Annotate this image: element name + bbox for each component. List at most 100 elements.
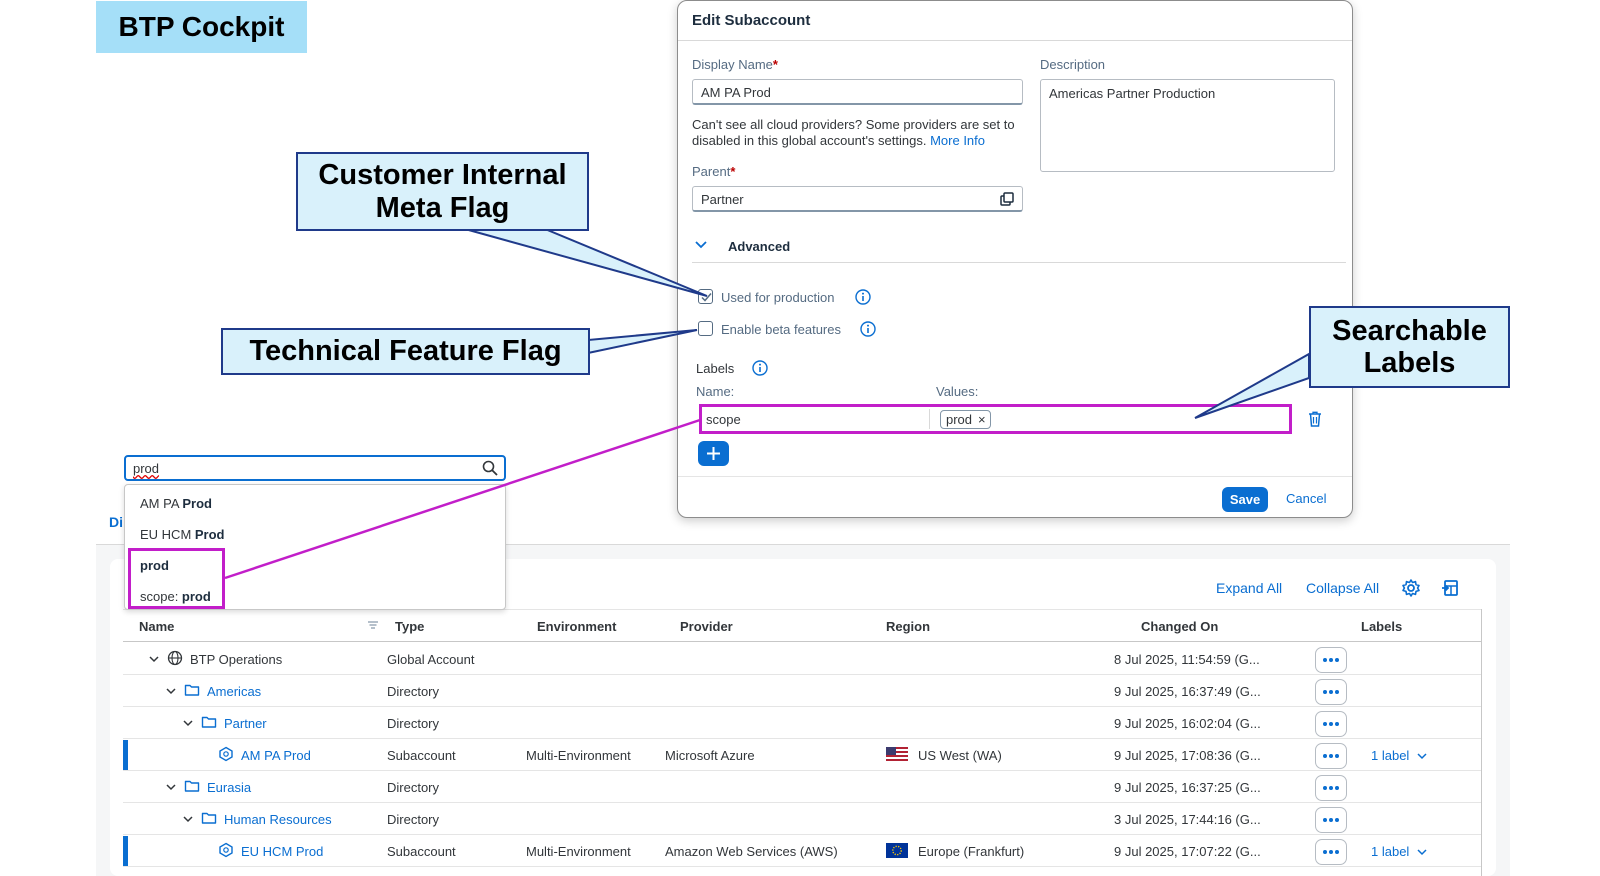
used-for-production-checkbox[interactable] bbox=[698, 289, 713, 304]
info-icon[interactable] bbox=[860, 321, 876, 337]
suggestion-item[interactable]: AM PA Prod bbox=[140, 496, 212, 511]
save-button[interactable]: Save bbox=[1222, 487, 1268, 512]
column-header-changed-on[interactable]: Changed On bbox=[1141, 619, 1218, 634]
globe-icon bbox=[167, 650, 183, 666]
row-actions-button[interactable] bbox=[1315, 775, 1347, 801]
table-row[interactable]: Human Resources Directory 3 Jul 2025, 17:4… bbox=[123, 803, 1481, 835]
chevron-down-icon[interactable] bbox=[183, 814, 193, 824]
more-info-link[interactable]: More Info bbox=[930, 133, 985, 148]
meta-flag-pointer bbox=[464, 228, 708, 297]
table-row[interactable]: Eurasia Directory 9 Jul 2025, 16:37:25 (G.… bbox=[123, 771, 1481, 803]
callout-technical-flag: Technical Feature Flag bbox=[221, 328, 590, 375]
column-header-name[interactable]: Name bbox=[139, 619, 174, 634]
search-input[interactable]: prod bbox=[124, 455, 506, 481]
highlight-box-suggestions bbox=[128, 548, 225, 609]
selection-indicator bbox=[123, 740, 128, 770]
table-row[interactable]: Partner Directory 9 Jul 2025, 16:02:04 (G.… bbox=[123, 707, 1481, 739]
parent-label: Parent* bbox=[692, 164, 735, 179]
row-actions-button[interactable] bbox=[1315, 711, 1347, 737]
row-name: BTP Operations bbox=[190, 652, 283, 667]
display-name-field[interactable]: AM PA Prod bbox=[692, 79, 1023, 105]
row-actions-button[interactable] bbox=[1315, 839, 1347, 865]
row-region: Europe (Frankfurt) bbox=[918, 844, 1025, 859]
label-row bbox=[699, 404, 1292, 434]
cancel-button[interactable]: Cancel bbox=[1286, 491, 1326, 506]
label-name-input[interactable]: scope bbox=[706, 412, 741, 427]
info-icon[interactable] bbox=[752, 360, 768, 376]
tab-label-fragment[interactable]: Di bbox=[109, 514, 123, 530]
value-help-icon[interactable] bbox=[1000, 192, 1014, 206]
callout-meta-flag: Customer Internal Meta Flag bbox=[296, 152, 589, 231]
row-name[interactable]: Eurasia bbox=[207, 780, 251, 795]
row-name[interactable]: EU HCM Prod bbox=[241, 844, 323, 859]
gear-icon[interactable] bbox=[1401, 578, 1421, 598]
row-actions-button[interactable] bbox=[1315, 743, 1347, 769]
row-environment: Multi-Environment bbox=[526, 844, 631, 859]
chevron-down-icon[interactable] bbox=[149, 654, 159, 664]
delete-icon[interactable] bbox=[1308, 411, 1322, 427]
expand-all-button[interactable]: Expand All bbox=[1216, 580, 1282, 596]
column-header-type[interactable]: Type bbox=[395, 619, 424, 634]
table-row[interactable]: BTP Operations Global Account 8 Jul 2025, … bbox=[123, 643, 1481, 675]
table-row[interactable]: Americas Directory 9 Jul 2025, 16:37:49 (G… bbox=[123, 675, 1481, 707]
add-label-button[interactable] bbox=[698, 441, 729, 466]
row-name[interactable]: Partner bbox=[224, 716, 267, 731]
row-name[interactable]: Human Resources bbox=[224, 812, 332, 827]
labels-name-column: Name: bbox=[696, 384, 735, 399]
dialog-title-divider bbox=[678, 40, 1352, 41]
chevron-down-icon[interactable] bbox=[166, 686, 176, 696]
row-region: US West (WA) bbox=[918, 748, 1002, 763]
row-labels-text: 1 label bbox=[1371, 844, 1410, 859]
row-changed-on: 9 Jul 2025, 16:02:04 (G... bbox=[1114, 716, 1261, 731]
plus-icon bbox=[707, 447, 720, 460]
row-name[interactable]: Americas bbox=[207, 684, 261, 699]
row-labels-link[interactable]: 1 label bbox=[1371, 844, 1427, 859]
display-name-label-text: Display Name bbox=[692, 57, 773, 72]
table-border bbox=[1481, 609, 1482, 876]
enable-beta-features-label[interactable]: Enable beta features bbox=[721, 322, 841, 337]
table-row[interactable]: EU HCM Prod Subaccount Multi-Environment Am… bbox=[123, 835, 1481, 867]
row-type: Subaccount bbox=[387, 844, 456, 859]
description-label: Description bbox=[1040, 57, 1106, 72]
folder-icon bbox=[201, 716, 217, 728]
column-header-environment[interactable]: Environment bbox=[537, 619, 616, 634]
parent-value: Partner bbox=[701, 192, 744, 207]
info-icon[interactable] bbox=[855, 289, 871, 305]
used-for-production-label[interactable]: Used for production bbox=[721, 290, 834, 305]
row-actions-button[interactable] bbox=[1315, 647, 1347, 673]
description-field[interactable]: Americas Partner Production bbox=[1040, 79, 1335, 172]
row-provider: Microsoft Azure bbox=[665, 748, 755, 763]
suggestion-text: AM PA bbox=[140, 496, 183, 511]
row-changed-on: 9 Jul 2025, 16:37:25 (G... bbox=[1114, 780, 1261, 795]
row-actions-button[interactable] bbox=[1315, 679, 1347, 705]
sort-icon[interactable] bbox=[367, 620, 379, 630]
token-remove-icon[interactable]: × bbox=[978, 412, 986, 427]
chevron-down-icon bbox=[1417, 753, 1427, 760]
row-labels-link[interactable]: 1 label bbox=[1371, 748, 1427, 763]
collapse-all-button[interactable]: Collapse All bbox=[1306, 580, 1379, 596]
table-header: Name Type Environment Provider Region Ch… bbox=[123, 609, 1481, 642]
row-changed-on: 9 Jul 2025, 17:07:22 (G... bbox=[1114, 844, 1261, 859]
label-value-token[interactable]: prod × bbox=[940, 410, 991, 429]
search-icon[interactable] bbox=[482, 460, 498, 476]
suggestion-item[interactable]: EU HCM Prod bbox=[140, 527, 225, 542]
advanced-section-title[interactable]: Advanced bbox=[728, 239, 790, 254]
column-header-region[interactable]: Region bbox=[886, 619, 930, 634]
row-actions-button[interactable] bbox=[1315, 807, 1347, 833]
chevron-down-icon[interactable] bbox=[695, 241, 707, 249]
title-badge: BTP Cockpit bbox=[96, 1, 307, 53]
parent-field[interactable]: Partner bbox=[692, 186, 1023, 212]
row-environment: Multi-Environment bbox=[526, 748, 631, 763]
search-input-value[interactable]: prod bbox=[133, 461, 159, 476]
column-header-provider[interactable]: Provider bbox=[680, 619, 733, 634]
export-icon[interactable] bbox=[1440, 578, 1460, 598]
row-type: Global Account bbox=[387, 652, 475, 667]
label-field-divider bbox=[929, 409, 930, 429]
chevron-down-icon[interactable] bbox=[166, 782, 176, 792]
column-header-labels[interactable]: Labels bbox=[1361, 619, 1402, 634]
enable-beta-features-checkbox[interactable] bbox=[698, 321, 713, 336]
chevron-down-icon[interactable] bbox=[183, 718, 193, 728]
parent-label-text: Parent bbox=[692, 164, 731, 179]
row-name[interactable]: AM PA Prod bbox=[241, 748, 311, 763]
table-row[interactable]: AM PA Prod Subaccount Multi-Environment Mic… bbox=[123, 739, 1481, 771]
